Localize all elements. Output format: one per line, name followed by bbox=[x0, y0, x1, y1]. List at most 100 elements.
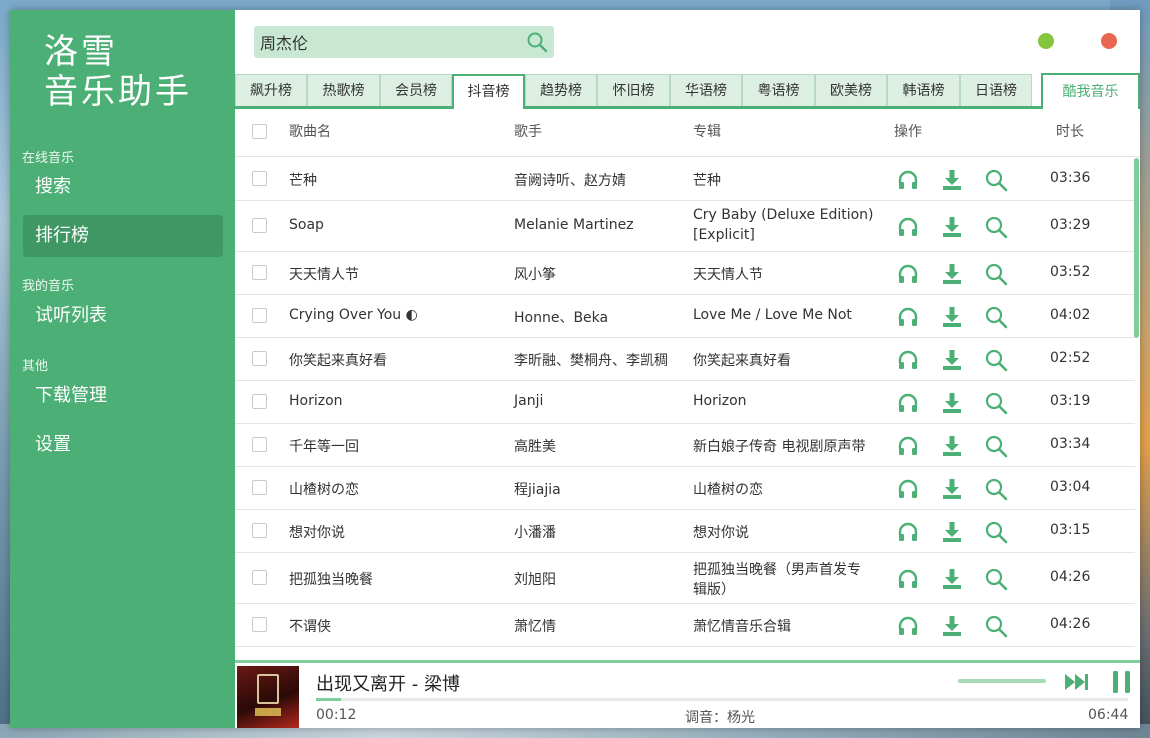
column-header-duration[interactable]: 时长 bbox=[1056, 109, 1084, 157]
song-artist[interactable]: Janji bbox=[514, 393, 543, 409]
volume-slider[interactable] bbox=[958, 679, 1046, 683]
row-checkbox[interactable] bbox=[252, 265, 267, 280]
download-icon[interactable] bbox=[940, 305, 964, 329]
search-song-icon[interactable] bbox=[984, 477, 1008, 501]
next-track-icon[interactable] bbox=[1063, 671, 1091, 697]
table-row[interactable]: 把孤独当晚餐 刘旭阳 把孤独当晚餐（男声首发专 辑版） 04:26 bbox=[235, 553, 1135, 604]
song-album[interactable]: Cry Baby (Deluxe Edition) bbox=[693, 207, 874, 223]
search-song-icon[interactable] bbox=[984, 215, 1008, 239]
play-headphone-icon[interactable] bbox=[896, 520, 920, 544]
scrollbar[interactable] bbox=[1134, 158, 1139, 338]
tab-cantonese[interactable]: 粤语榜 bbox=[742, 74, 815, 106]
play-headphone-icon[interactable] bbox=[896, 262, 920, 286]
search-input[interactable] bbox=[254, 26, 516, 58]
song-artist[interactable]: 刘旭阳 bbox=[514, 569, 556, 589]
search-song-icon[interactable] bbox=[984, 305, 1008, 329]
table-row[interactable]: 山楂树の恋 程jiajia 山楂树の恋 03:04 bbox=[235, 467, 1135, 510]
sidebar-item-settings[interactable]: 设置 bbox=[23, 424, 223, 466]
table-row[interactable]: Crying Over You ◐ Honne、Beka Love Me / Lov… bbox=[235, 295, 1135, 338]
download-icon[interactable] bbox=[940, 262, 964, 286]
download-icon[interactable] bbox=[940, 391, 964, 415]
row-checkbox[interactable] bbox=[252, 394, 267, 409]
download-icon[interactable] bbox=[940, 520, 964, 544]
song-album[interactable]: Love Me / Love Me Not bbox=[693, 307, 852, 323]
play-headphone-icon[interactable] bbox=[896, 614, 920, 638]
tab-vip[interactable]: 会员榜 bbox=[380, 74, 452, 106]
table-row[interactable]: 天天情人节 风小筝 天天情人节 03:52 bbox=[235, 252, 1135, 295]
play-headphone-icon[interactable] bbox=[896, 168, 920, 192]
download-icon[interactable] bbox=[940, 348, 964, 372]
song-artist[interactable]: Melanie Martinez bbox=[514, 217, 634, 233]
play-headphone-icon[interactable] bbox=[896, 305, 920, 329]
table-row[interactable]: Soap Melanie Martinez Cry Baby (Deluxe Edi… bbox=[235, 201, 1135, 252]
search-song-icon[interactable] bbox=[984, 434, 1008, 458]
song-album[interactable]: 把孤独当晚餐（男声首发专 bbox=[693, 559, 861, 579]
song-artist[interactable]: 风小筝 bbox=[514, 264, 556, 284]
play-headphone-icon[interactable] bbox=[896, 567, 920, 591]
minimize-button[interactable] bbox=[1038, 33, 1054, 49]
row-checkbox[interactable] bbox=[252, 218, 267, 233]
tab-japanese[interactable]: 日语榜 bbox=[960, 74, 1032, 106]
song-artist[interactable]: Honne、Beka bbox=[514, 307, 608, 327]
pause-icon[interactable] bbox=[1111, 669, 1133, 699]
song-artist[interactable]: 小潘潘 bbox=[514, 522, 556, 542]
download-icon[interactable] bbox=[940, 477, 964, 501]
song-album-line-2[interactable]: 辑版） bbox=[693, 579, 735, 599]
tab-source-kuwo[interactable]: 酷我音乐 bbox=[1041, 73, 1140, 109]
download-icon[interactable] bbox=[940, 215, 964, 239]
download-icon[interactable] bbox=[940, 434, 964, 458]
search-song-icon[interactable] bbox=[984, 614, 1008, 638]
sidebar-item-leaderboard[interactable]: 排行榜 bbox=[23, 215, 223, 257]
album-cover[interactable] bbox=[237, 666, 299, 728]
table-row[interactable]: 不谓侠 萧忆情 萧忆情音乐合辑 04:26 bbox=[235, 604, 1135, 647]
song-album[interactable]: 新白娘子传奇 电视剧原声带 bbox=[693, 436, 865, 456]
row-checkbox[interactable] bbox=[252, 171, 267, 186]
search-icon[interactable] bbox=[526, 31, 548, 53]
download-icon[interactable] bbox=[940, 567, 964, 591]
song-artist[interactable]: 高胜美 bbox=[514, 436, 556, 456]
song-album[interactable]: 想对你说 bbox=[693, 522, 749, 542]
table-row[interactable]: Horizon Janji Horizon 03:19 bbox=[235, 381, 1135, 424]
search-song-icon[interactable] bbox=[984, 348, 1008, 372]
tab-nostalgia[interactable]: 怀旧榜 bbox=[597, 74, 670, 106]
tab-korean[interactable]: 韩语榜 bbox=[887, 74, 960, 106]
close-button[interactable] bbox=[1101, 33, 1117, 49]
download-icon[interactable] bbox=[940, 614, 964, 638]
search-song-icon[interactable] bbox=[984, 520, 1008, 544]
song-album[interactable]: 天天情人节 bbox=[693, 264, 763, 284]
song-album[interactable]: 萧忆情音乐合辑 bbox=[693, 616, 791, 636]
sidebar-item-listen-list[interactable]: 试听列表 bbox=[23, 295, 223, 337]
column-header-artist[interactable]: 歌手 bbox=[514, 109, 542, 157]
table-row[interactable]: 千年等一回 高胜美 新白娘子传奇 电视剧原声带 03:34 bbox=[235, 424, 1135, 467]
row-checkbox[interactable] bbox=[252, 437, 267, 452]
song-album[interactable]: Horizon bbox=[693, 393, 747, 409]
column-header-album[interactable]: 专辑 bbox=[693, 109, 721, 157]
table-row[interactable]: 想对你说 小潘潘 想对你说 03:15 bbox=[235, 510, 1135, 553]
song-artist[interactable]: 萧忆情 bbox=[514, 616, 556, 636]
search-song-icon[interactable] bbox=[984, 567, 1008, 591]
song-artist[interactable]: 音阙诗听、赵方婧 bbox=[514, 170, 626, 190]
sidebar-item-downloads[interactable]: 下载管理 bbox=[23, 375, 223, 417]
play-headphone-icon[interactable] bbox=[896, 215, 920, 239]
play-headphone-icon[interactable] bbox=[896, 391, 920, 415]
tab-soaring[interactable]: 飙升榜 bbox=[235, 74, 307, 106]
search-song-icon[interactable] bbox=[984, 262, 1008, 286]
tab-western[interactable]: 欧美榜 bbox=[815, 74, 887, 106]
row-checkbox[interactable] bbox=[252, 351, 267, 366]
play-headphone-icon[interactable] bbox=[896, 434, 920, 458]
progress-bar[interactable] bbox=[316, 698, 1128, 701]
row-checkbox[interactable] bbox=[252, 480, 267, 495]
play-headphone-icon[interactable] bbox=[896, 477, 920, 501]
select-all-checkbox[interactable] bbox=[252, 124, 267, 139]
row-checkbox[interactable] bbox=[252, 570, 267, 585]
search-song-icon[interactable] bbox=[984, 168, 1008, 192]
row-checkbox[interactable] bbox=[252, 617, 267, 632]
song-artist[interactable]: 程jiajia bbox=[514, 479, 561, 499]
song-album[interactable]: 芒种 bbox=[693, 170, 721, 190]
search-song-icon[interactable] bbox=[984, 391, 1008, 415]
table-row[interactable]: 芒种 音阙诗听、赵方婧 芒种 03:36 bbox=[235, 158, 1135, 201]
column-header-name[interactable]: 歌曲名 bbox=[289, 109, 331, 157]
tab-hot[interactable]: 热歌榜 bbox=[307, 74, 380, 106]
song-album-line-2[interactable]: [Explicit] bbox=[693, 227, 755, 243]
tab-douyin[interactable]: 抖音榜 bbox=[452, 74, 525, 109]
